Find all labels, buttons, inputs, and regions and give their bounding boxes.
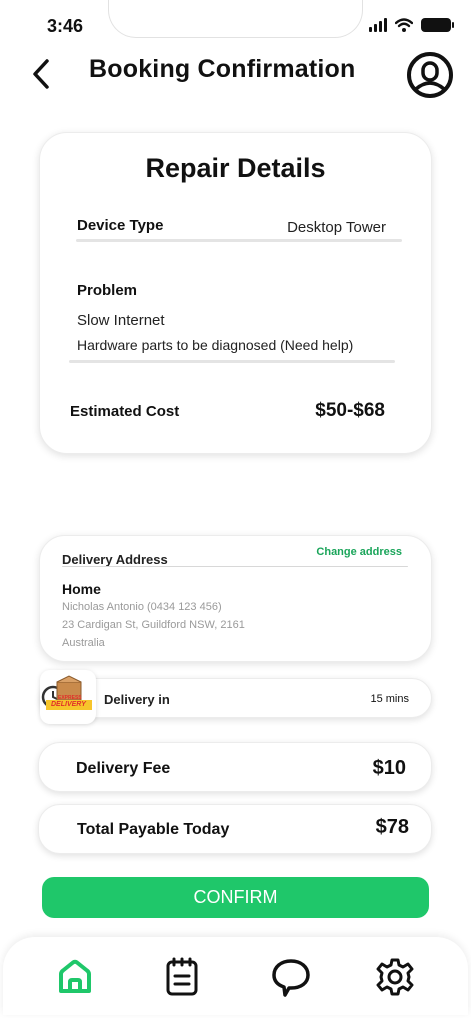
express-delivery-badge: EXPRESS DELIVERY <box>40 670 96 724</box>
problem-line-2: Hardware parts to be diagnosed (Need hel… <box>77 337 354 353</box>
nav-settings[interactable] <box>373 955 417 999</box>
wifi-icon <box>395 18 413 32</box>
clipboard-icon <box>166 957 198 996</box>
address-divider <box>62 566 408 567</box>
problem-divider <box>69 360 395 363</box>
profile-button[interactable] <box>407 52 453 98</box>
notch <box>108 0 363 38</box>
estimated-cost-value: $50-$68 <box>315 400 385 421</box>
badge-bottom-text: DELIVERY <box>51 701 86 708</box>
delivery-fee-row: Delivery Fee $10 <box>38 742 432 792</box>
gear-icon <box>376 958 414 996</box>
nav-messages[interactable] <box>269 955 313 999</box>
address-country: Australia <box>62 637 105 649</box>
delivery-in-value: 15 mins <box>370 693 409 705</box>
status-time: 3:46 <box>47 16 84 36</box>
bottom-nav <box>3 937 468 1015</box>
user-circle-icon <box>414 61 446 91</box>
repair-details-card: Repair Details Device Type Desktop Tower… <box>39 132 432 454</box>
delivery-time-row: Delivery in 15 mins <box>40 678 432 718</box>
problem-label: Problem <box>77 282 138 299</box>
device-type-label: Device Type <box>77 217 164 234</box>
problem-line-1: Slow Internet <box>77 312 165 329</box>
nav-home[interactable] <box>53 955 97 999</box>
repair-details-title: Repair Details <box>145 153 326 183</box>
battery-icon <box>421 18 454 32</box>
delivery-address-card: Delivery Address Change address Home Nic… <box>39 535 432 662</box>
address-street: 23 Cardigan St, Guildford NSW, 2161 <box>62 619 245 631</box>
nav-bookings[interactable] <box>160 955 204 999</box>
page-title: Booking Confirmation <box>89 55 356 83</box>
back-button[interactable] <box>26 56 56 92</box>
total-payable-label: Total Payable Today <box>77 821 230 838</box>
place-name: Home <box>62 581 101 597</box>
chat-bubble-icon <box>272 959 310 997</box>
confirm-button[interactable]: CONFIRM <box>42 877 429 918</box>
address-contact: Nicholas Antonio (0434 123 456) <box>62 601 222 613</box>
chevron-left-icon <box>33 59 49 89</box>
change-address-link[interactable]: Change address <box>316 546 402 558</box>
delivery-in-label: Delivery in <box>104 692 170 707</box>
device-type-value: Desktop Tower <box>287 219 386 236</box>
delivery-address-label: Delivery Address <box>62 552 168 567</box>
total-payable-row: Total Payable Today $78 <box>38 804 432 854</box>
status-icons <box>369 18 454 32</box>
delivery-fee-label: Delivery Fee <box>76 760 171 777</box>
phone-screen: 3:46 Booking Confirmation Repair Details… <box>0 0 471 1018</box>
delivery-fee-value: $10 <box>372 757 406 779</box>
device-type-divider <box>76 239 402 242</box>
estimated-cost-label: Estimated Cost <box>70 403 180 420</box>
signal-icon <box>369 18 387 32</box>
home-icon <box>59 959 91 993</box>
total-payable-value: $78 <box>375 816 409 838</box>
